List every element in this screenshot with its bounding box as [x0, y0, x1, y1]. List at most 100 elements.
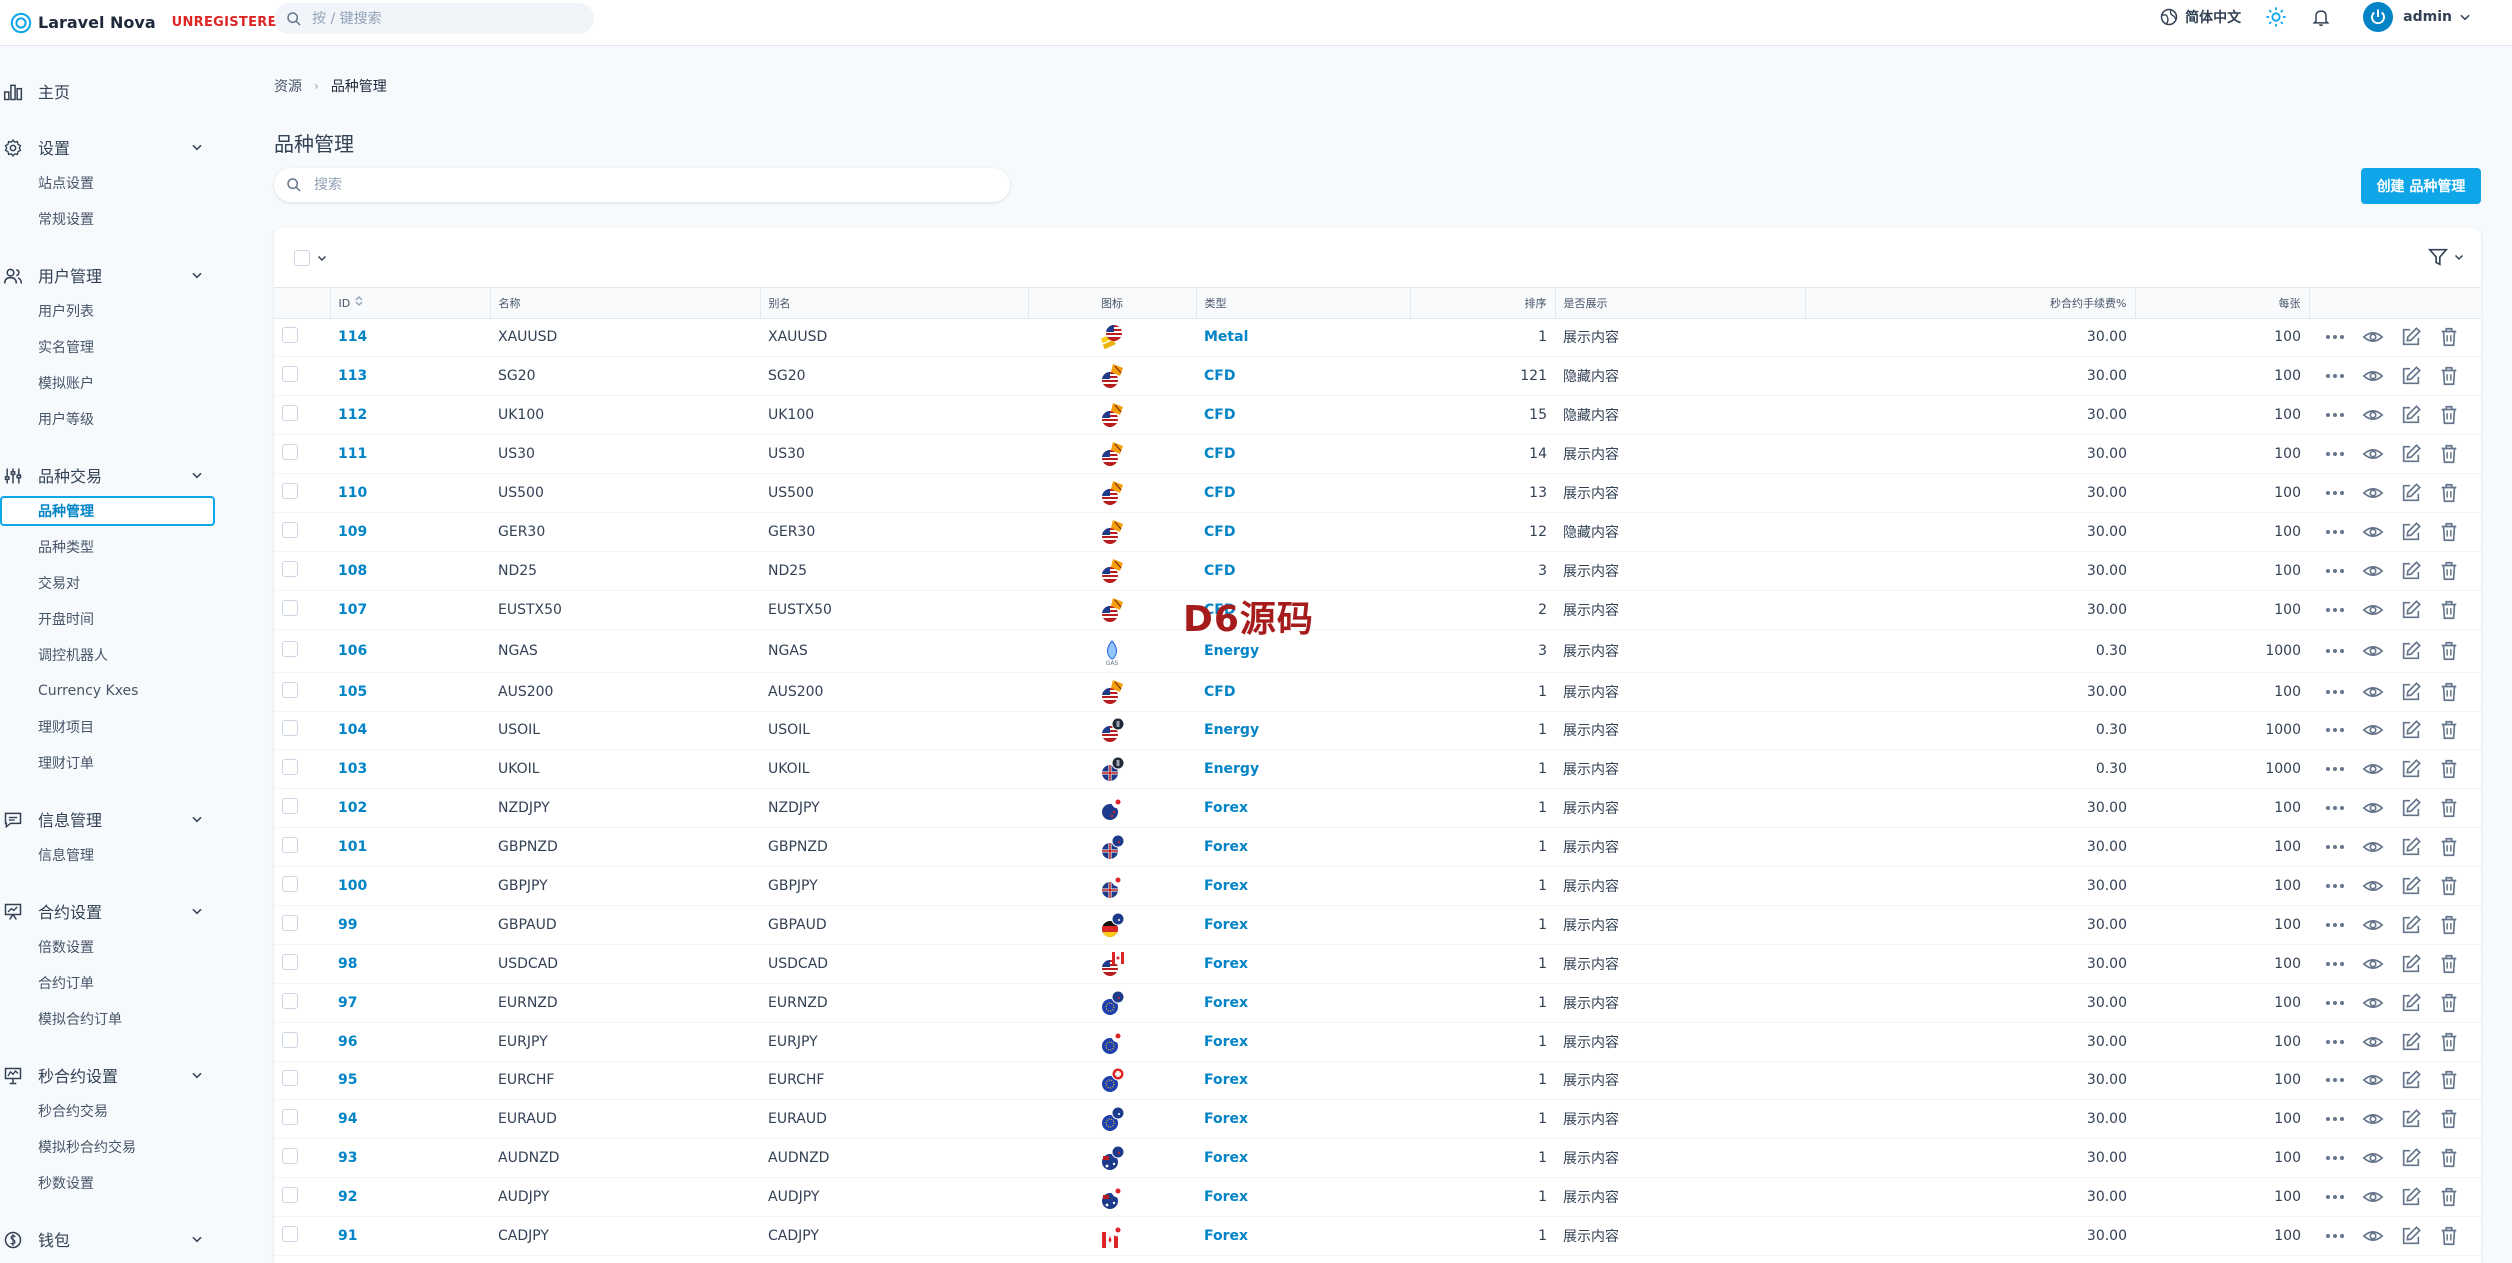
sidebar-group-contracts[interactable]: 合约设置	[0, 896, 215, 926]
view-button[interactable]	[2361, 1146, 2385, 1170]
edit-button[interactable]	[2399, 874, 2423, 898]
view-button[interactable]	[2361, 757, 2385, 781]
sidebar-item-wealth-orders[interactable]: 理财订单	[0, 748, 215, 778]
more-actions-button[interactable]	[2323, 1107, 2347, 1131]
type-link[interactable]: Forex	[1204, 1228, 1248, 1244]
more-actions-button[interactable]	[2323, 913, 2347, 937]
more-actions-button[interactable]	[2323, 442, 2347, 466]
more-actions-button[interactable]	[2323, 481, 2347, 505]
sidebar-item-kyc[interactable]: 实名管理	[0, 332, 215, 362]
delete-button[interactable]	[2437, 718, 2461, 742]
view-button[interactable]	[2361, 991, 2385, 1015]
row-checkbox[interactable]	[282, 953, 298, 970]
row-checkbox[interactable]	[282, 1226, 298, 1243]
row-checkbox[interactable]	[282, 560, 298, 577]
type-link[interactable]: CFD	[1204, 368, 1235, 384]
header-id[interactable]: ID	[330, 288, 491, 319]
view-button[interactable]	[2361, 874, 2385, 898]
id-link[interactable]: 103	[338, 761, 367, 777]
delete-button[interactable]	[2437, 1224, 2461, 1248]
type-link[interactable]: Forex	[1204, 1034, 1248, 1050]
user-menu[interactable]: admin	[2363, 2, 2472, 32]
row-checkbox[interactable]	[282, 759, 298, 776]
type-link[interactable]: CFD	[1204, 485, 1235, 501]
delete-button[interactable]	[2437, 1030, 2461, 1054]
notifications-button[interactable]	[2311, 6, 2331, 28]
sidebar-item-demo-accounts[interactable]: 模拟账户	[0, 368, 215, 398]
delete-button[interactable]	[2437, 1107, 2461, 1131]
id-link[interactable]: 113	[338, 368, 367, 384]
delete-button[interactable]	[2437, 757, 2461, 781]
type-link[interactable]: CFD	[1204, 446, 1235, 462]
edit-button[interactable]	[2399, 718, 2423, 742]
row-checkbox[interactable]	[282, 1187, 298, 1204]
sidebar-group-users[interactable]: 用户管理	[0, 260, 215, 290]
edit-button[interactable]	[2399, 598, 2423, 622]
more-actions-button[interactable]	[2323, 757, 2347, 781]
sidebar-item-opening-hours[interactable]: 开盘时间	[0, 604, 215, 634]
id-link[interactable]: 107	[338, 602, 367, 618]
sidebar-item-trading-pairs[interactable]: 交易对	[0, 568, 215, 598]
sidebar-group-settings[interactable]: 设置	[0, 132, 215, 162]
sidebar-item-message-management[interactable]: 信息管理	[0, 840, 215, 870]
sidebar-item-user-levels[interactable]: 用户等级	[0, 404, 215, 434]
view-button[interactable]	[2361, 835, 2385, 859]
more-actions-button[interactable]	[2323, 718, 2347, 742]
sidebar-item-symbol-management[interactable]: 品种管理	[0, 496, 215, 526]
delete-button[interactable]	[2437, 835, 2461, 859]
edit-button[interactable]	[2399, 835, 2423, 859]
type-link[interactable]: Forex	[1204, 839, 1248, 855]
more-actions-button[interactable]	[2323, 559, 2347, 583]
type-link[interactable]: Forex	[1204, 995, 1248, 1011]
filter-button[interactable]	[2427, 246, 2465, 268]
more-actions-button[interactable]	[2323, 874, 2347, 898]
row-checkbox[interactable]	[282, 876, 298, 893]
edit-button[interactable]	[2399, 913, 2423, 937]
id-link[interactable]: 93	[338, 1150, 357, 1166]
edit-button[interactable]	[2399, 442, 2423, 466]
view-button[interactable]	[2361, 520, 2385, 544]
type-link[interactable]: Forex	[1204, 1072, 1248, 1088]
sidebar-group-trading[interactable]: 品种交易	[0, 460, 215, 490]
delete-button[interactable]	[2437, 1146, 2461, 1170]
edit-button[interactable]	[2399, 796, 2423, 820]
id-link[interactable]: 108	[338, 563, 367, 579]
edit-button[interactable]	[2399, 559, 2423, 583]
more-actions-button[interactable]	[2323, 325, 2347, 349]
edit-button[interactable]	[2399, 639, 2423, 663]
type-link[interactable]: Forex	[1204, 1111, 1248, 1127]
row-checkbox[interactable]	[282, 914, 298, 931]
delete-button[interactable]	[2437, 796, 2461, 820]
id-link[interactable]: 106	[338, 643, 367, 659]
type-link[interactable]: CFD	[1204, 524, 1235, 540]
sidebar-group-wallet[interactable]: 钱包	[0, 1224, 215, 1254]
delete-button[interactable]	[2437, 874, 2461, 898]
resource-search-input[interactable]	[314, 177, 994, 193]
view-button[interactable]	[2361, 481, 2385, 505]
edit-button[interactable]	[2399, 680, 2423, 704]
resource-search[interactable]	[274, 168, 1010, 202]
edit-button[interactable]	[2399, 757, 2423, 781]
delete-button[interactable]	[2437, 481, 2461, 505]
view-button[interactable]	[2361, 796, 2385, 820]
id-link[interactable]: 94	[338, 1111, 357, 1127]
type-link[interactable]: Energy	[1204, 761, 1259, 777]
id-link[interactable]: 98	[338, 956, 357, 972]
id-link[interactable]: 91	[338, 1228, 357, 1244]
edit-button[interactable]	[2399, 520, 2423, 544]
id-link[interactable]: 100	[338, 878, 367, 894]
view-button[interactable]	[2361, 1185, 2385, 1209]
type-link[interactable]: Forex	[1204, 956, 1248, 972]
sidebar-item-site-settings[interactable]: 站点设置	[0, 168, 215, 198]
row-checkbox[interactable]	[282, 327, 298, 344]
view-button[interactable]	[2361, 952, 2385, 976]
type-link[interactable]: Forex	[1204, 800, 1248, 816]
more-actions-button[interactable]	[2323, 1030, 2347, 1054]
row-checkbox[interactable]	[282, 640, 298, 657]
more-actions-button[interactable]	[2323, 1185, 2347, 1209]
sidebar-item-demo-contract-orders[interactable]: 模拟合约订单	[0, 1004, 215, 1034]
type-link[interactable]: Metal	[1204, 329, 1248, 345]
view-button[interactable]	[2361, 1224, 2385, 1248]
row-checkbox[interactable]	[282, 837, 298, 854]
more-actions-button[interactable]	[2323, 520, 2347, 544]
